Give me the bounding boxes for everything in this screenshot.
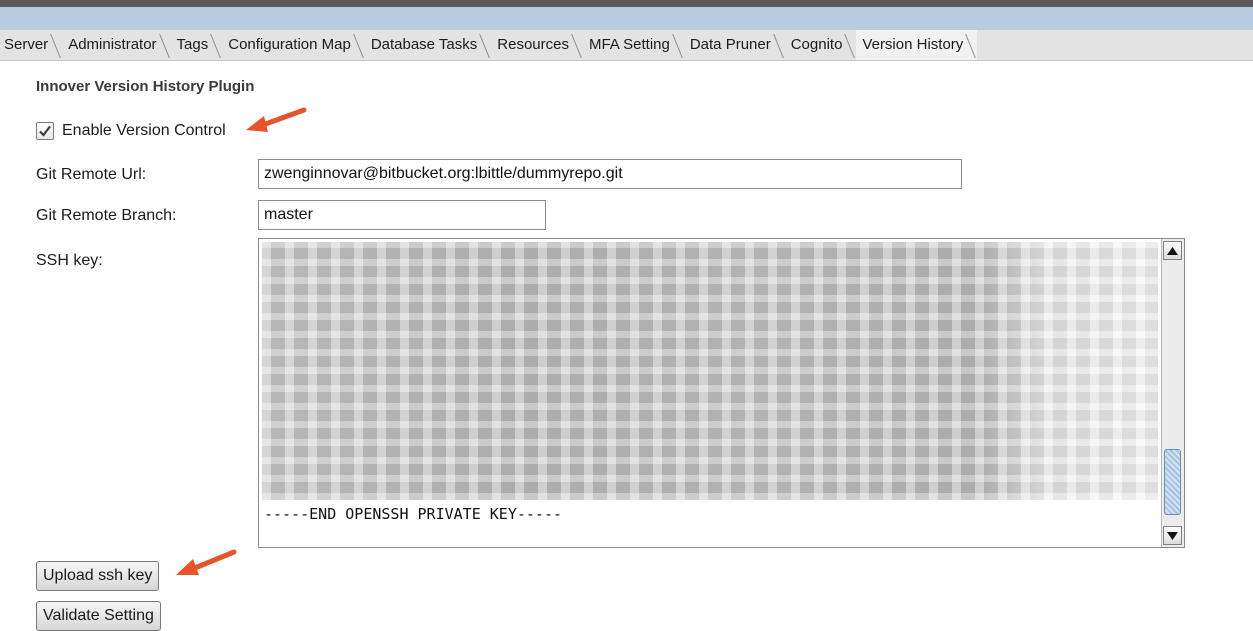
scroll-down-arrow-icon[interactable] xyxy=(1163,526,1182,545)
git-remote-branch-label: Git Remote Branch: xyxy=(36,207,177,224)
tab-tags[interactable]: Tags xyxy=(171,30,223,60)
tab-strip: Server Administrator Tags Configuration … xyxy=(0,30,1253,61)
ssh-key-label: SSH key: xyxy=(36,252,103,269)
tab-resources[interactable]: Resources xyxy=(491,30,583,60)
tab-administrator[interactable]: Administrator xyxy=(62,30,170,60)
tab-cognito[interactable]: Cognito xyxy=(785,30,857,60)
tab-database-tasks[interactable]: Database Tasks xyxy=(365,30,491,60)
annotation-arrow-icon xyxy=(246,107,307,132)
enable-version-control-label: Enable Version Control xyxy=(62,122,226,139)
tab-mfa-setting[interactable]: MFA Setting xyxy=(583,30,684,60)
upload-ssh-key-button[interactable]: Upload ssh key xyxy=(36,561,160,591)
ssh-key-scrollbar[interactable] xyxy=(1161,239,1184,547)
window-title-bar xyxy=(0,0,1253,30)
git-remote-url-input[interactable] xyxy=(258,159,962,189)
enable-version-control-checkbox[interactable] xyxy=(36,122,54,140)
tab-data-pruner[interactable]: Data Pruner xyxy=(684,30,785,60)
tab-server[interactable]: Server xyxy=(0,30,62,60)
plugin-title: Innover Version History Plugin xyxy=(36,78,255,95)
ssh-key-end-line: -----END OPENSSH PRIVATE KEY----- xyxy=(264,505,563,523)
scroll-up-arrow-icon[interactable] xyxy=(1163,241,1182,260)
scroll-thumb[interactable] xyxy=(1164,449,1181,515)
git-remote-branch-input[interactable] xyxy=(258,200,546,230)
tab-version-history[interactable]: Version History xyxy=(856,30,978,60)
checkmark-icon xyxy=(39,125,51,137)
tab-configuration-map[interactable]: Configuration Map xyxy=(222,30,365,60)
ssh-key-textarea[interactable]: -----END OPENSSH PRIVATE KEY----- xyxy=(258,238,1185,548)
annotation-arrow-icon xyxy=(176,549,237,575)
git-remote-url-label: Git Remote Url: xyxy=(36,166,147,183)
enable-version-control-row[interactable]: Enable Version Control xyxy=(36,122,226,140)
redacted-key-content xyxy=(262,242,1158,500)
